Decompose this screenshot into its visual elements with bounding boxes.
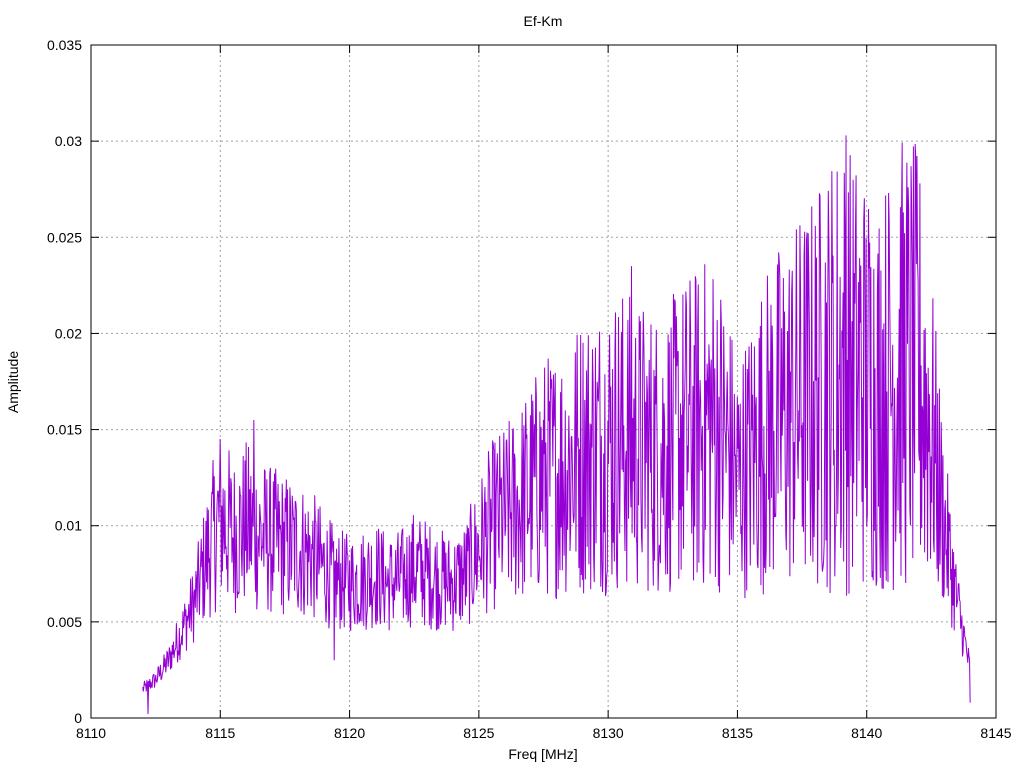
y-tick-label: 0.01 (55, 518, 82, 534)
y-tick-label: 0 (74, 710, 82, 726)
series-layer (142, 135, 971, 715)
series-line (142, 135, 971, 715)
x-tick-label: 8115 (205, 725, 235, 741)
x-tick-label: 8145 (980, 725, 1011, 741)
chart: 8110 8115 8120 8125 8130 8135 8140 8145 0 0.005 0.… (5, 13, 1012, 762)
y-tick-label: 0.015 (47, 422, 82, 438)
chart-title: Ef-Km (524, 13, 563, 29)
plot-frame (90, 44, 997, 719)
x-tick-label: 8110 (76, 725, 106, 741)
grid (91, 45, 996, 718)
x-tick-label: 8130 (593, 725, 624, 741)
y-tick-label: 0.03 (55, 133, 82, 149)
ticks (90, 44, 997, 719)
x-tick-label: 8135 (722, 725, 753, 741)
x-axis-title: Freq [MHz] (508, 746, 577, 762)
y-tick-label: 0.02 (55, 325, 82, 341)
x-tick-label: 8140 (851, 725, 882, 741)
x-tick-label: 8125 (463, 725, 494, 741)
y-axis-title: Amplitude (5, 351, 21, 413)
y-tick-label: 0.025 (47, 229, 82, 245)
x-tick-label: 8120 (334, 725, 365, 741)
y-tick-label: 0.005 (47, 614, 82, 630)
y-tick-label: 0.035 (47, 37, 82, 53)
